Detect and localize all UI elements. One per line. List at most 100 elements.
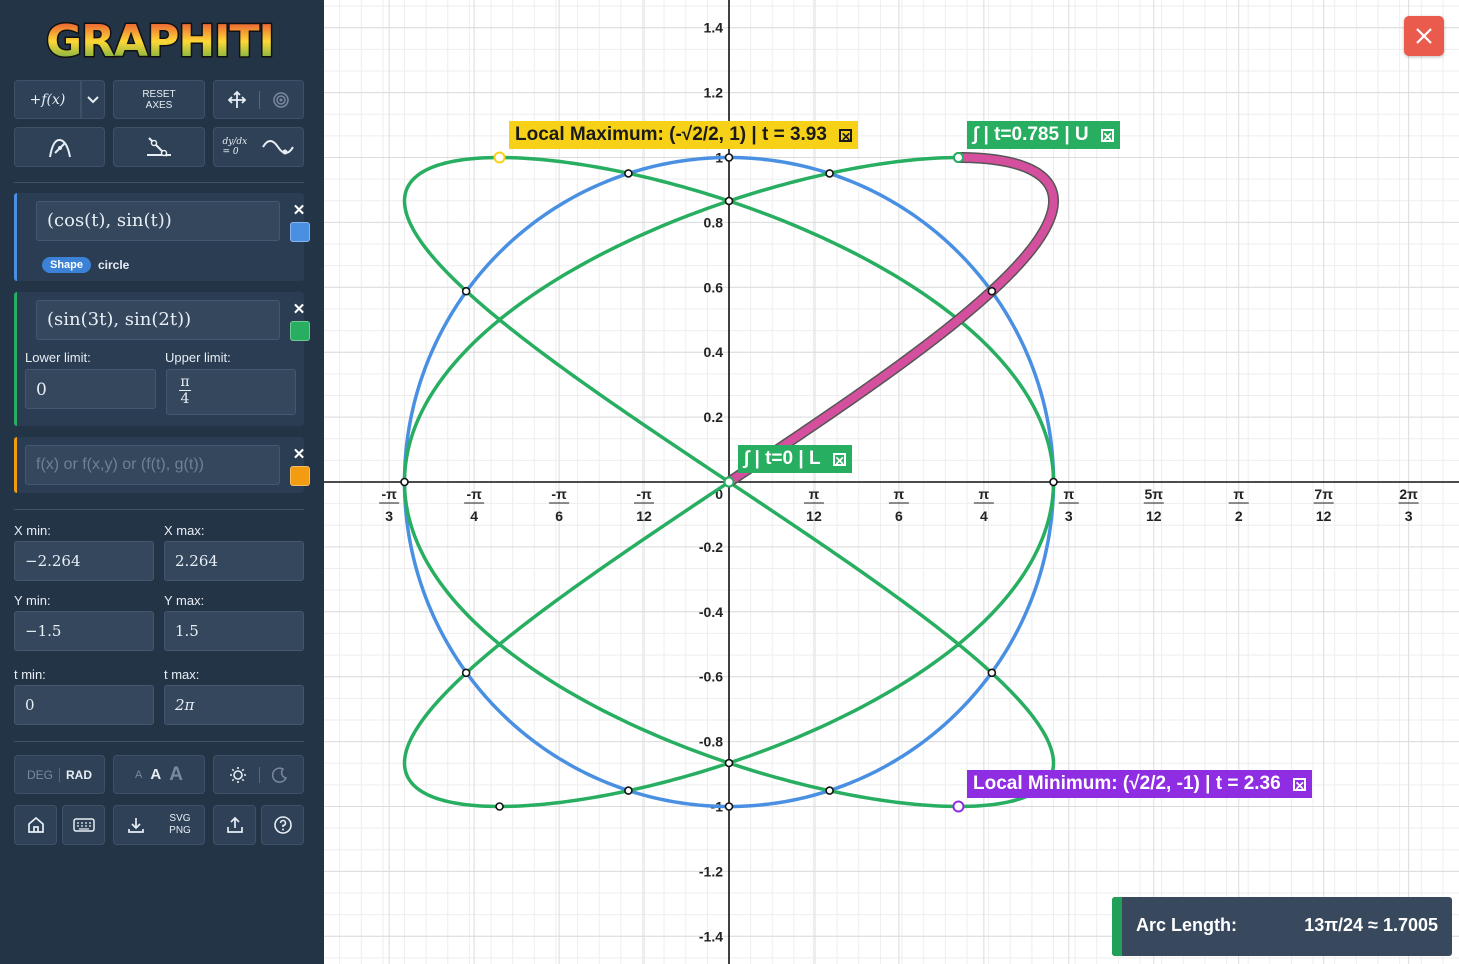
home-button[interactable]	[14, 805, 57, 845]
tmax-input[interactable]: 2π	[164, 685, 304, 725]
intersection-point	[987, 286, 997, 296]
curve-tool-button[interactable]	[14, 127, 105, 167]
close-button[interactable]	[1404, 16, 1444, 56]
shape-badge: Shape	[42, 257, 92, 273]
close-icon[interactable]: ✕	[832, 452, 846, 467]
x-tick-label: 5π	[1145, 486, 1164, 502]
y-tick-label: 1.4	[704, 20, 724, 36]
x-tick-label: π	[809, 486, 820, 502]
expression-input-1[interactable]: (cos(t), sin(t))	[36, 201, 280, 241]
divider	[14, 182, 304, 183]
font-small-option[interactable]: A	[135, 769, 142, 781]
upper-limit-input[interactable]: π 4	[166, 369, 296, 415]
tmin-input[interactable]: 0	[14, 685, 154, 725]
ymin-label: Y min:	[14, 593, 51, 608]
keyboard-icon	[72, 818, 95, 832]
theme-toggle[interactable]	[213, 755, 304, 794]
intersection-point	[724, 758, 734, 768]
moon-icon[interactable]	[272, 766, 288, 783]
intersection-point	[495, 802, 504, 811]
wave-curve-icon	[261, 140, 294, 155]
shape-name: circle	[98, 258, 130, 272]
tmin-label: t min:	[14, 667, 46, 682]
delete-expression-button-3[interactable]: ✕	[291, 447, 307, 463]
xmin-label: X min:	[14, 523, 51, 538]
local-minimum-text: Local Minimum: (√2/2, -1) | t = 2.36	[973, 773, 1281, 794]
local-minimum-tag: Local Minimum: (√2/2, -1) | t = 2.36 ✕	[967, 770, 1312, 798]
expression-input-3[interactable]: f(x) or f(x,y) or (f(t), g(t))	[25, 445, 280, 485]
function-dropdown-button[interactable]	[81, 80, 105, 119]
target-icon	[273, 91, 289, 108]
lower-limit-label: Lower limit:	[25, 350, 91, 365]
tangent-tool-button[interactable]	[113, 127, 205, 167]
y-tick-label: -0.2	[699, 539, 723, 555]
intersection-point	[724, 153, 734, 162]
x-tick-label: -π	[466, 486, 482, 502]
x-tick-label: π	[894, 486, 905, 502]
upper-limit-label: Upper limit:	[165, 350, 231, 365]
reset-axes-label-2: AXES	[145, 99, 173, 111]
x-tick-label: π	[1063, 486, 1074, 502]
share-button[interactable]	[213, 805, 256, 845]
download-icon	[128, 818, 145, 833]
y-tick-label: 0.2	[704, 409, 724, 425]
ymax-label: Y max:	[164, 593, 205, 608]
font-large-option[interactable]: A	[169, 764, 183, 786]
expression-input-2[interactable]: (sin(3t), sin(2t))	[36, 300, 280, 340]
close-icon[interactable]: ✕	[1100, 128, 1114, 143]
color-swatch-3[interactable]	[290, 466, 310, 486]
app-logo: GRAPHITI	[45, 15, 277, 67]
graph-canvas[interactable]: -π3-π4-π6-π12π12π6π4π35π12π27π122π301.41…	[324, 0, 1459, 964]
angle-mode-toggle[interactable]: DEG RAD	[14, 755, 105, 794]
help-button[interactable]	[261, 805, 304, 845]
x-tick-label: 2π	[1399, 486, 1418, 502]
intersection-point	[987, 668, 997, 678]
sun-icon[interactable]	[229, 766, 247, 784]
xmax-input[interactable]: 2.264	[164, 541, 304, 581]
reset-axes-button[interactable]: RESET AXES	[113, 80, 205, 119]
ymax-input[interactable]: 1.5	[164, 611, 304, 651]
local-minimum-point	[952, 800, 965, 813]
arc-length-panel: Arc Length: 13π/24 ≈ 1.7005	[1112, 897, 1452, 956]
export-image-button[interactable]: SVG PNG	[113, 805, 205, 845]
upload-share-icon	[226, 816, 243, 833]
arc-length-label: Arc Length:	[1136, 915, 1237, 935]
delete-expression-button-2[interactable]: ✕	[291, 302, 307, 318]
deg-option[interactable]: DEG	[27, 768, 53, 782]
keyboard-button[interactable]	[62, 805, 105, 845]
add-function-button[interactable]: +f(x)	[14, 80, 81, 119]
intersection-point	[624, 786, 633, 795]
close-icon[interactable]: ✕	[838, 128, 852, 143]
intersection-point	[825, 169, 834, 178]
add-function-label: +f(x)	[29, 91, 66, 108]
x-tick-label: 12	[806, 508, 822, 524]
font-medium-option[interactable]: A	[150, 766, 161, 783]
font-size-control[interactable]: A A A	[113, 755, 205, 794]
x-tick-label: π	[979, 486, 990, 502]
close-icon[interactable]: ✕	[1292, 777, 1306, 792]
integral-lower-point	[723, 476, 735, 488]
color-swatch-2[interactable]	[290, 321, 310, 341]
x-tick-label: 4	[470, 508, 478, 524]
diff-eq-label: dy/dx = 0	[222, 137, 248, 157]
y-tick-label: 0.8	[704, 214, 724, 230]
x-tick-label: 3	[1065, 508, 1073, 524]
color-swatch-1[interactable]	[290, 222, 310, 242]
y-tick-label: 1.2	[704, 85, 724, 101]
curve-draw-icon	[48, 138, 71, 158]
ymin-input[interactable]: −1.5	[14, 611, 154, 651]
reset-axes-label-1: RESET	[142, 88, 176, 100]
xmin-input[interactable]: −2.264	[14, 541, 154, 581]
delete-expression-button-1[interactable]: ✕	[291, 203, 307, 219]
rad-option[interactable]: RAD	[66, 768, 92, 782]
diff-eq-button[interactable]: dy/dx = 0	[213, 127, 304, 167]
local-maximum-text: Local Maximum: (-√2/2, 1) | t = 3.93	[515, 124, 827, 145]
x-tick-label: -π	[636, 486, 652, 502]
lower-limit-input[interactable]: 0	[25, 369, 156, 409]
y-tick-label: -1.2	[699, 863, 723, 879]
svg-label: SVG	[169, 813, 191, 824]
pan-target-button[interactable]	[213, 80, 304, 119]
x-tick-label: 4	[980, 508, 988, 524]
home-icon	[27, 816, 44, 833]
tmax-label: t max:	[164, 667, 200, 682]
